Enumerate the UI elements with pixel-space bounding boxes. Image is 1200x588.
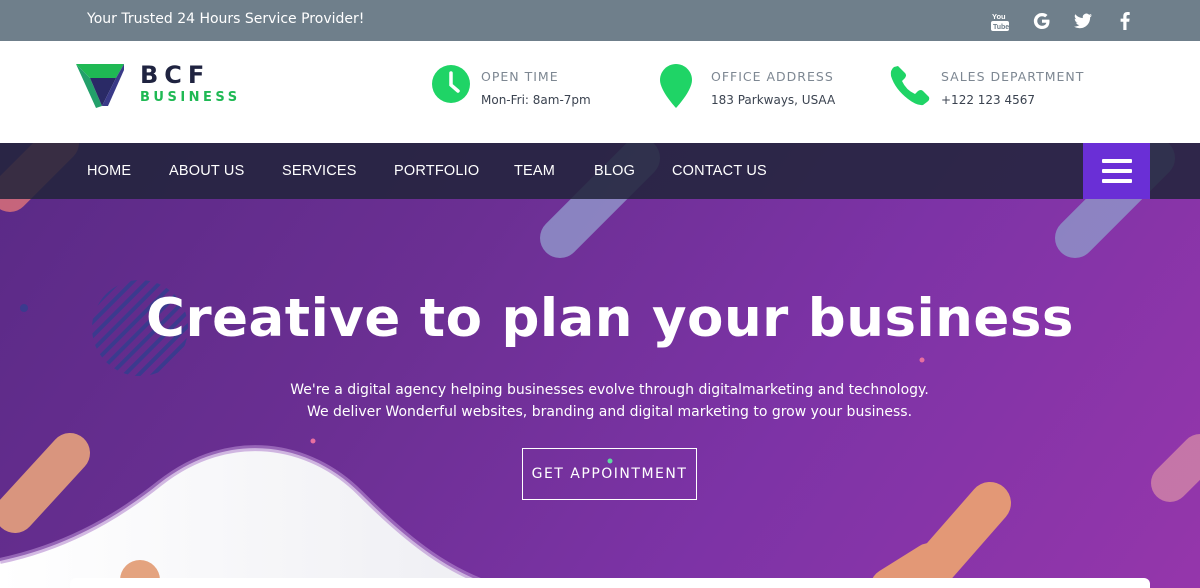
sales-department-value[interactable]: +122 123 4567 <box>941 93 1035 107</box>
facebook-icon[interactable] <box>1112 0 1138 41</box>
map-pin-icon <box>660 64 692 113</box>
nav-item-services[interactable]: SERVICES <box>282 163 357 179</box>
google-icon[interactable] <box>1029 0 1055 41</box>
content-card-edge <box>70 578 1150 588</box>
brand-name[interactable]: BCF <box>140 61 210 89</box>
open-time-value: Mon-Fri: 8am-7pm <box>481 93 591 107</box>
hero-headline: Creative to plan your business <box>146 288 1074 349</box>
nav-item-home[interactable]: HOME <box>87 163 131 179</box>
twitter-icon[interactable] <box>1070 0 1096 41</box>
hero-section <box>0 143 1200 588</box>
clock-icon <box>431 64 471 109</box>
nav-item-about-us[interactable]: ABOUT US <box>169 163 244 179</box>
nav-item-blog[interactable]: BLOG <box>594 163 635 179</box>
nav-item-team[interactable]: TEAM <box>514 163 555 179</box>
phone-icon <box>890 64 930 111</box>
logo-icon[interactable] <box>76 64 126 113</box>
get-appointment-button[interactable]: GET APPOINTMENT <box>522 448 697 500</box>
sales-department-label: SALES DEPARTMENT <box>941 69 1085 84</box>
hero-description-line-1: We're a digital agency helping businesse… <box>290 382 929 398</box>
office-address-label: OFFICE ADDRESS <box>711 69 834 84</box>
nav-item-contact-us[interactable]: CONTACT US <box>672 163 767 179</box>
nav-item-portfolio[interactable]: PORTFOLIO <box>394 163 479 179</box>
open-time-label: OPEN TIME <box>481 69 559 84</box>
main-nav: HOME ABOUT US SERVICES PORTFOLIO TEAM BL… <box>0 143 1200 199</box>
svg-text:Tube: Tube <box>993 24 1009 31</box>
top-bar: Your Trusted 24 Hours Service Provider! … <box>0 0 1200 41</box>
youtube-icon[interactable]: You Tube <box>987 0 1013 41</box>
tagline: Your Trusted 24 Hours Service Provider! <box>87 11 365 27</box>
site-header: BCF BUSINESS OPEN TIME Mon-Fri: 8am-7pm … <box>0 41 1200 143</box>
hero-description-line-2: We deliver Wonderful websites, branding … <box>306 404 913 420</box>
brand-subtitle: BUSINESS <box>140 90 241 105</box>
hero-decoration <box>0 143 1200 588</box>
hamburger-icon[interactable] <box>1083 143 1150 199</box>
office-address-value: 183 Parkways, USAA <box>711 93 836 107</box>
svg-text:You: You <box>992 12 1006 21</box>
